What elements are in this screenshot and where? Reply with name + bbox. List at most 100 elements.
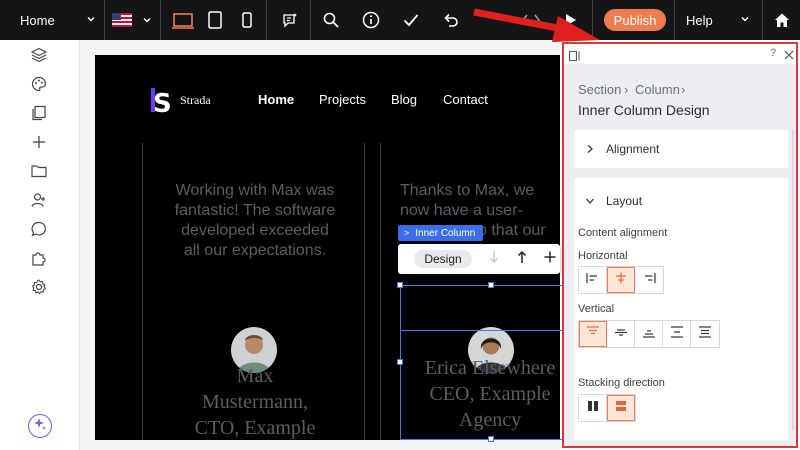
toolbar-divider bbox=[310, 0, 311, 40]
chevron-down-icon bbox=[740, 14, 750, 24]
stacking-direction-control bbox=[578, 394, 636, 422]
site-brand-name[interactable]: Strada bbox=[180, 93, 211, 108]
align-left-button[interactable] bbox=[579, 267, 607, 293]
panel-help-button[interactable]: ? bbox=[770, 47, 776, 59]
check-icon bbox=[403, 13, 419, 27]
code-icon bbox=[522, 13, 540, 27]
nav-link-projects[interactable]: Projects bbox=[319, 92, 366, 107]
mobile-view-button[interactable] bbox=[238, 0, 256, 40]
top-toolbar: Home Publish Help bbox=[0, 0, 800, 40]
info-button[interactable] bbox=[358, 0, 384, 40]
arrow-up-icon bbox=[517, 250, 527, 269]
add-icon bbox=[32, 135, 46, 154]
puzzle-icon bbox=[31, 250, 47, 271]
members-button[interactable] bbox=[28, 191, 50, 213]
editor-canvas[interactable]: S Strada Home Projects Blog Contact Work… bbox=[80, 40, 570, 450]
align-top-icon bbox=[586, 325, 600, 343]
inner-column-tag[interactable]: > Inner Column bbox=[398, 225, 484, 241]
apps-button[interactable] bbox=[28, 249, 50, 271]
settings-button[interactable] bbox=[28, 278, 50, 300]
chevron-down-icon bbox=[584, 197, 596, 205]
chat-button[interactable] bbox=[28, 220, 50, 242]
page-selector[interactable]: Home bbox=[0, 0, 104, 40]
breadcrumb-column[interactable]: Column bbox=[635, 82, 680, 97]
code-button[interactable] bbox=[518, 0, 544, 40]
move-down-button[interactable] bbox=[486, 250, 502, 269]
save-check-button[interactable] bbox=[398, 0, 424, 40]
site-design-button[interactable] bbox=[28, 75, 50, 97]
chevron-right-icon: › bbox=[681, 82, 686, 97]
vertical-label: Vertical bbox=[578, 303, 615, 315]
layers-button[interactable] bbox=[28, 46, 50, 68]
panel-scrollbar[interactable] bbox=[792, 130, 794, 430]
add-elements-button[interactable] bbox=[28, 133, 50, 155]
align-top-button[interactable] bbox=[579, 321, 607, 347]
left-tool-rail bbox=[0, 40, 80, 450]
align-center-button[interactable] bbox=[607, 267, 635, 293]
site-logo[interactable]: S bbox=[153, 89, 172, 119]
tablet-view-button[interactable] bbox=[204, 0, 226, 40]
inspector-panel: ? Section › Column › Inner Column Design… bbox=[562, 42, 798, 448]
space-between-button[interactable] bbox=[663, 321, 691, 347]
testimonial-author: Max Mustermann, CTO, Example bbox=[194, 365, 316, 439]
preview-button[interactable] bbox=[558, 0, 584, 40]
us-flag-icon bbox=[112, 13, 132, 27]
toolbar-divider bbox=[266, 0, 267, 40]
chevron-down-icon bbox=[86, 14, 96, 24]
layout-label: Layout bbox=[606, 194, 643, 208]
play-icon bbox=[565, 13, 577, 27]
ai-chat-icon bbox=[282, 12, 298, 28]
media-button[interactable] bbox=[28, 162, 50, 184]
gear-icon bbox=[31, 278, 47, 300]
ai-sparkle-icon bbox=[33, 417, 47, 436]
resize-handle[interactable] bbox=[397, 282, 403, 288]
ai-assistant-button[interactable] bbox=[28, 414, 52, 438]
home-button[interactable] bbox=[764, 0, 800, 40]
panel-header-bar: ? bbox=[564, 44, 796, 64]
close-icon[interactable] bbox=[784, 47, 794, 65]
align-right-icon bbox=[642, 271, 656, 289]
home-icon bbox=[774, 12, 790, 28]
resize-handle[interactable] bbox=[488, 282, 494, 288]
align-middle-button[interactable] bbox=[607, 321, 635, 347]
column-border bbox=[364, 143, 365, 440]
add-button[interactable] bbox=[542, 251, 558, 267]
people-icon bbox=[31, 192, 47, 213]
info-icon bbox=[362, 11, 380, 29]
nav-link-blog[interactable]: Blog bbox=[391, 92, 417, 107]
mobile-icon bbox=[242, 12, 252, 28]
dock-panel-icon[interactable] bbox=[569, 48, 581, 66]
alignment-header[interactable]: Alignment bbox=[584, 142, 659, 156]
language-selector[interactable] bbox=[106, 0, 158, 40]
toolbar-divider bbox=[160, 0, 161, 40]
breadcrumb-section[interactable]: Section bbox=[578, 82, 621, 97]
search-button[interactable] bbox=[318, 0, 344, 40]
stack-horizontal-button[interactable] bbox=[579, 395, 607, 421]
alignment-section[interactable]: Alignment bbox=[574, 130, 788, 168]
inner-element-outline bbox=[400, 285, 570, 331]
rows-icon bbox=[615, 399, 627, 417]
pages-button[interactable] bbox=[28, 104, 50, 126]
publish-button[interactable]: Publish bbox=[604, 9, 666, 31]
help-label: Help bbox=[686, 12, 713, 28]
arrow-down-icon bbox=[489, 250, 499, 269]
nav-link-contact[interactable]: Contact bbox=[443, 92, 488, 107]
resize-handle[interactable] bbox=[488, 436, 494, 442]
horizontal-alignment-control bbox=[578, 266, 664, 294]
nav-link-home[interactable]: Home bbox=[258, 92, 294, 107]
align-right-button[interactable] bbox=[635, 267, 663, 293]
ai-assistant-button[interactable] bbox=[278, 0, 302, 40]
resize-handle[interactable] bbox=[397, 359, 403, 365]
desktop-icon bbox=[171, 10, 195, 30]
layout-header[interactable]: Layout bbox=[584, 194, 642, 208]
alignment-label: Alignment bbox=[606, 142, 660, 156]
undo-button[interactable] bbox=[438, 0, 464, 40]
distribute-vertical-icon bbox=[670, 325, 684, 343]
stack-vertical-button[interactable] bbox=[607, 395, 635, 421]
move-up-button[interactable] bbox=[514, 250, 530, 269]
help-menu[interactable]: Help bbox=[676, 0, 758, 40]
align-bottom-button[interactable] bbox=[635, 321, 663, 347]
desktop-view-button[interactable] bbox=[170, 0, 196, 40]
design-button[interactable]: Design bbox=[414, 250, 472, 268]
space-around-button[interactable] bbox=[691, 321, 719, 347]
